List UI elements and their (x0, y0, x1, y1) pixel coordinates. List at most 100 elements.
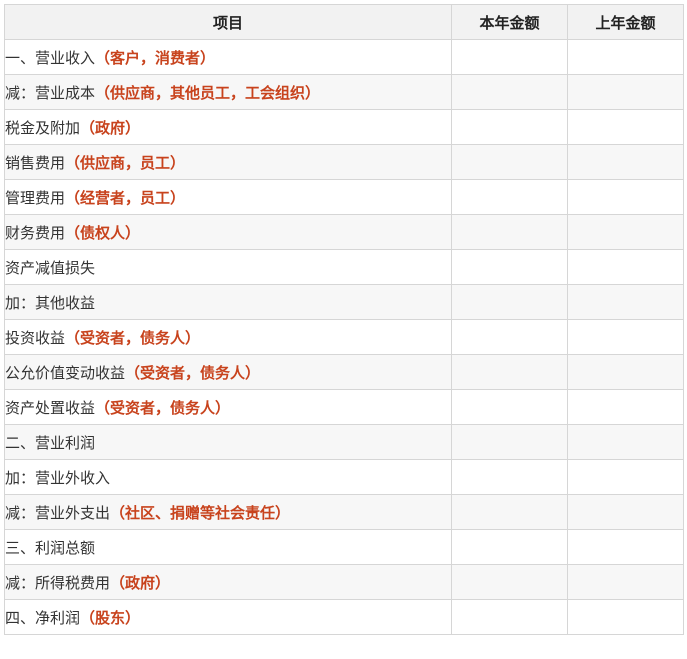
row-label: 资产处置收益 (5, 398, 96, 417)
row-item: 一、营业收入（客户，消费者） (4, 39, 452, 75)
current-year-amount (451, 529, 568, 565)
row-label: 加：其他收益 (5, 293, 96, 312)
prior-year-amount (567, 459, 684, 495)
prior-year-amount (567, 424, 684, 460)
statement-body: 一、营业收入（客户，消费者） 减：营业成本（供应商，其他员工，工会组织） 税金及… (4, 39, 684, 635)
table-row: 税金及附加（政府） (4, 109, 684, 145)
header-current-year: 本年金额 (451, 4, 568, 40)
current-year-amount (451, 599, 568, 635)
table-row: 管理费用（经营者，员工） (4, 179, 684, 215)
row-stakeholder-note: （供应商，其他员工，工会组织） (95, 83, 321, 102)
table-row: 公允价值变动收益（受资者，债务人） (4, 354, 684, 390)
current-year-amount (451, 494, 568, 530)
row-label: 税金及附加 (5, 118, 81, 137)
row-stakeholder-note: （政府） (110, 573, 171, 592)
row-item: 减：所得税费用（政府） (4, 564, 452, 600)
current-year-amount (451, 459, 568, 495)
row-item: 资产减值损失 (4, 249, 452, 285)
row-item: 二、营业利润 (4, 424, 452, 460)
current-year-amount (451, 564, 568, 600)
table-row: 财务费用（债权人） (4, 214, 684, 250)
prior-year-amount (567, 144, 684, 180)
table-row: 投资收益（受资者，债务人） (4, 319, 684, 355)
current-year-amount (451, 354, 568, 390)
current-year-amount (451, 214, 568, 250)
table-row: 一、营业收入（客户，消费者） (4, 39, 684, 75)
row-label: 投资收益 (5, 328, 66, 347)
table-row: 资产减值损失 (4, 249, 684, 285)
row-item: 销售费用（供应商，员工） (4, 144, 452, 180)
prior-year-amount (567, 179, 684, 215)
prior-year-amount (567, 389, 684, 425)
row-label: 减：所得税费用 (5, 573, 111, 592)
prior-year-amount (567, 319, 684, 355)
header-row: 项目 本年金额 上年金额 (4, 4, 684, 40)
row-item: 管理费用（经营者，员工） (4, 179, 452, 215)
table-row: 三、利润总额 (4, 529, 684, 565)
row-item: 减：营业成本（供应商，其他员工，工会组织） (4, 74, 452, 110)
prior-year-amount (567, 39, 684, 75)
row-label: 财务费用 (5, 223, 66, 242)
row-stakeholder-note: （受资者，债务人） (65, 328, 201, 347)
row-item: 减：营业外支出（社区、捐赠等社会责任） (4, 494, 452, 530)
current-year-amount (451, 74, 568, 110)
prior-year-amount (567, 214, 684, 250)
income-statement-table: 项目 本年金额 上年金额 一、营业收入（客户，消费者） 减：营业成本（供应商，其… (4, 4, 684, 635)
current-year-amount (451, 249, 568, 285)
prior-year-amount (567, 354, 684, 390)
row-item: 三、利润总额 (4, 529, 452, 565)
row-stakeholder-note: （客户，消费者） (95, 48, 216, 67)
current-year-amount (451, 284, 568, 320)
prior-year-amount (567, 74, 684, 110)
row-stakeholder-note: （社区、捐赠等社会责任） (110, 503, 291, 522)
row-label: 资产减值损失 (5, 258, 96, 277)
current-year-amount (451, 389, 568, 425)
current-year-amount (451, 319, 568, 355)
row-item: 四、净利润（股东） (4, 599, 452, 635)
table-row: 减：营业成本（供应商，其他员工，工会组织） (4, 74, 684, 110)
table-row: 减：所得税费用（政府） (4, 564, 684, 600)
row-stakeholder-note: （供应商，员工） (65, 153, 186, 172)
table-row: 加：营业外收入 (4, 459, 684, 495)
prior-year-amount (567, 109, 684, 145)
row-label: 减：营业成本 (5, 83, 96, 102)
row-stakeholder-note: （股东） (80, 608, 141, 627)
prior-year-amount (567, 284, 684, 320)
row-item: 税金及附加（政府） (4, 109, 452, 145)
header-item: 项目 (4, 4, 452, 40)
table-row: 加：其他收益 (4, 284, 684, 320)
row-stakeholder-note: （经营者，员工） (65, 188, 186, 207)
table-row: 销售费用（供应商，员工） (4, 144, 684, 180)
header-prior-year: 上年金额 (567, 4, 684, 40)
row-label: 公允价值变动收益 (5, 363, 126, 382)
row-item: 资产处置收益（受资者，债务人） (4, 389, 452, 425)
row-stakeholder-note: （政府） (80, 118, 141, 137)
current-year-amount (451, 144, 568, 180)
prior-year-amount (567, 599, 684, 635)
row-label: 加：营业外收入 (5, 468, 111, 487)
table-row: 减：营业外支出（社区、捐赠等社会责任） (4, 494, 684, 530)
current-year-amount (451, 39, 568, 75)
prior-year-amount (567, 564, 684, 600)
row-item: 公允价值变动收益（受资者，债务人） (4, 354, 452, 390)
row-stakeholder-note: （受资者，债务人） (95, 398, 231, 417)
table-row: 资产处置收益（受资者，债务人） (4, 389, 684, 425)
row-item: 投资收益（受资者，债务人） (4, 319, 452, 355)
row-item: 财务费用（债权人） (4, 214, 452, 250)
row-label: 减：营业外支出 (5, 503, 111, 522)
row-stakeholder-note: （受资者，债务人） (125, 363, 261, 382)
row-item: 加：其他收益 (4, 284, 452, 320)
row-label: 一、营业收入 (5, 48, 96, 67)
prior-year-amount (567, 494, 684, 530)
row-item: 加：营业外收入 (4, 459, 452, 495)
row-stakeholder-note: （债权人） (65, 223, 141, 242)
table-row: 二、营业利润 (4, 424, 684, 460)
prior-year-amount (567, 529, 684, 565)
row-label: 二、营业利润 (5, 433, 96, 452)
current-year-amount (451, 424, 568, 460)
current-year-amount (451, 179, 568, 215)
table-row: 四、净利润（股东） (4, 599, 684, 635)
current-year-amount (451, 109, 568, 145)
row-label: 管理费用 (5, 188, 66, 207)
prior-year-amount (567, 249, 684, 285)
